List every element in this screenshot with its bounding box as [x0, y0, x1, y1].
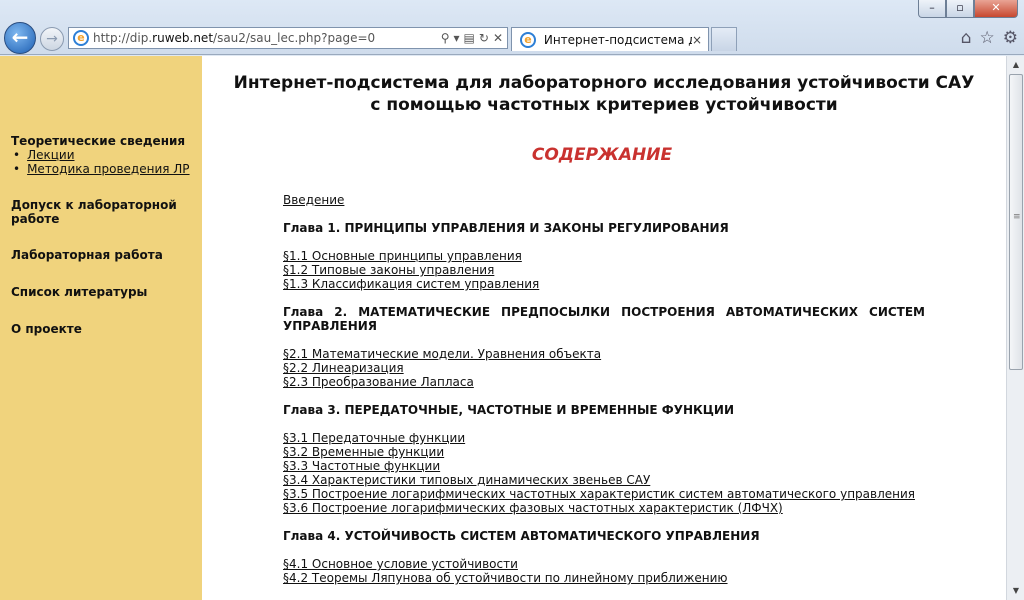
toc-link-3-6[interactable]: §3.6 Построение логарифмических фазовых …	[283, 501, 925, 515]
toc-link-4-2[interactable]: §4.2 Теоремы Ляпунова об устойчивости по…	[283, 571, 925, 585]
sidebar: Теоретические сведения Лекции Методика п…	[0, 56, 202, 600]
toc-link-2-3[interactable]: §2.3 Преобразование Лапласа	[283, 375, 925, 389]
search-icon[interactable]: ⚲	[441, 31, 450, 45]
compat-view-icon[interactable]: ▤	[464, 31, 475, 45]
sidebar-section-theory: Теоретические сведения	[11, 134, 186, 148]
back-arrow-icon[interactable]: ←	[4, 22, 36, 54]
forward-arrow-icon[interactable]: →	[40, 27, 64, 51]
sidebar-item-methodology[interactable]: Методика проведения ЛР	[13, 162, 202, 176]
toc-link-3-1[interactable]: §3.1 Передаточные функции	[283, 431, 925, 445]
toc-link-3-4[interactable]: §3.4 Характеристики типовых динамических…	[283, 473, 925, 487]
close-window-icon[interactable]: ✕	[974, 0, 1018, 18]
tab-active[interactable]: e Интернет-подсистема для... ×	[511, 27, 709, 51]
new-tab-button[interactable]	[711, 27, 737, 51]
sidebar-item-literature[interactable]: Список литературы	[11, 285, 202, 299]
toc-chapter-3: Глава 3. ПЕРЕДАТОЧНЫЕ, ЧАСТОТНЫЕ И ВРЕМЕ…	[283, 403, 735, 417]
toc-link-3-3[interactable]: §3.3 Частотные функции	[283, 459, 925, 473]
page-viewport: Теоретические сведения Лекции Методика п…	[0, 56, 1006, 600]
toc-link-3-5[interactable]: §3.5 Построение логарифмических частотны…	[283, 487, 925, 501]
toc-link-2-2[interactable]: §2.2 Линеаризация	[283, 361, 925, 375]
sidebar-item-lab-work[interactable]: Лабораторная работа	[11, 248, 202, 262]
page-title: Интернет-подсистема для лабораторного ис…	[233, 73, 975, 115]
address-url[interactable]: http://dip.ruweb.net/sau2/sau_lec.php?pa…	[93, 31, 375, 45]
sidebar-link-lectures[interactable]: Лекции	[27, 148, 74, 162]
sidebar-link-methodology[interactable]: Методика проведения ЛР	[27, 162, 189, 176]
gear-icon[interactable]: ⚙	[1003, 28, 1018, 48]
window-controls: – ▫ ✕	[918, 0, 1018, 18]
sidebar-theory-list: Лекции Методика проведения ЛР	[13, 148, 202, 176]
main-content: Интернет-подсистема для лабораторного ис…	[202, 56, 1006, 600]
address-tools: ⚲ ▾ ▤ ↻ ✕	[441, 31, 507, 45]
minimize-icon[interactable]: –	[918, 0, 946, 18]
toc-link-intro[interactable]: Введение	[283, 193, 925, 207]
refresh-icon[interactable]: ↻	[479, 31, 489, 45]
tab-title: Интернет-подсистема для...	[543, 32, 692, 47]
toc-link-4-1[interactable]: §4.1 Основное условие устойчивости	[283, 557, 925, 571]
sidebar-item-about[interactable]: О проекте	[11, 322, 202, 336]
toolbar-icons: ⌂ ☆ ⚙	[961, 28, 1018, 48]
ie-page-icon: e	[73, 30, 89, 46]
scroll-up-icon[interactable]: ▲	[1008, 57, 1024, 73]
vertical-scrollbar[interactable]: ▲ ≡ ▼	[1006, 56, 1024, 600]
toc-link-1-2[interactable]: §1.2 Типовые законы управления	[283, 263, 925, 277]
address-bar[interactable]: e http://dip.ruweb.net/sau2/sau_lec.php?…	[68, 27, 508, 49]
stop-icon[interactable]: ✕	[493, 31, 503, 45]
maximize-icon[interactable]: ▫	[946, 0, 974, 18]
toc-chapter-1: Глава 1. ПРИНЦИПЫ УПРАВЛЕНИЯ И ЗАКОНЫ РЕ…	[283, 221, 729, 235]
table-of-contents: Введение Глава 1. ПРИНЦИПЫ УПРАВЛЕНИЯ И …	[283, 193, 925, 585]
grip-icon: ≡	[1013, 212, 1021, 222]
scrollbar-thumb[interactable]: ≡	[1009, 74, 1023, 370]
scroll-down-icon[interactable]: ▼	[1008, 583, 1024, 599]
toc-chapter-4: Глава 4. УСТОЙЧИВОСТЬ СИСТЕМ АВТОМАТИЧЕС…	[283, 529, 760, 543]
favorites-star-icon[interactable]: ☆	[980, 28, 995, 48]
toc-link-3-2[interactable]: §3.2 Временные функции	[283, 445, 925, 459]
browser-chrome: – ▫ ✕ ← → e http://dip.ruweb.net/sau2/sa…	[0, 0, 1024, 55]
sidebar-item-lectures[interactable]: Лекции	[13, 148, 202, 162]
toc-link-1-3[interactable]: §1.3 Классификация систем управления	[283, 277, 925, 291]
dropdown-icon[interactable]: ▾	[454, 31, 460, 45]
tab-page-icon: e	[520, 31, 536, 48]
tab-close-icon[interactable]: ×	[692, 33, 702, 47]
toc-heading: СОДЕРЖАНИЕ	[531, 145, 673, 165]
toc-chapter-2: Глава 2. МАТЕМАТИЧЕСКИЕ ПРЕДПОСЫЛКИ ПОСТ…	[283, 305, 925, 333]
toc-link-1-1[interactable]: §1.1 Основные принципы управления	[283, 249, 925, 263]
home-icon[interactable]: ⌂	[961, 28, 972, 48]
sidebar-item-admission[interactable]: Допуск к лабораторной работе	[11, 198, 181, 226]
toc-link-2-1[interactable]: §2.1 Математические модели. Уравнения об…	[283, 347, 925, 361]
